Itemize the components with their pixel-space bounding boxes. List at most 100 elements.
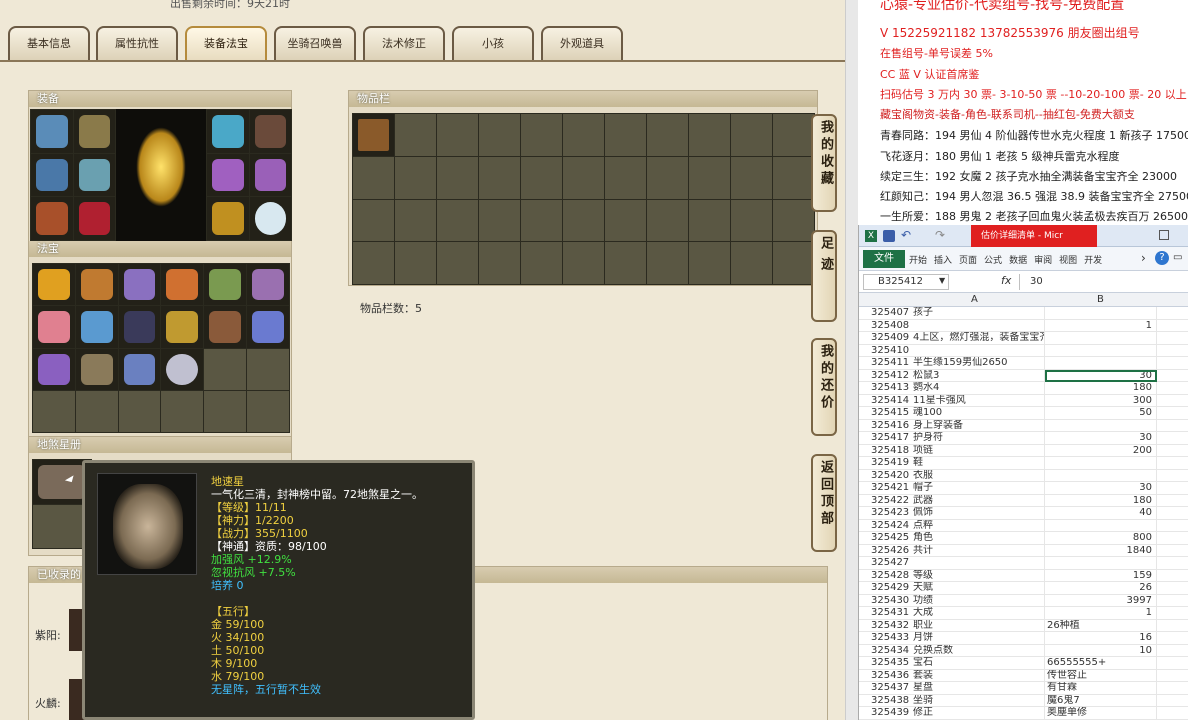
file-tab[interactable]: 文件	[863, 250, 905, 268]
fabao-slot[interactable]	[75, 264, 118, 306]
row-number[interactable]: 325422	[859, 495, 911, 508]
fabao-slot[interactable]	[118, 264, 161, 306]
ribbon-tab[interactable]: 开始	[909, 256, 927, 266]
row-number[interactable]: 325436	[859, 670, 911, 683]
cell-b[interactable]	[1045, 469, 1157, 482]
cell-b[interactable]: 30	[1045, 369, 1157, 382]
cell-a[interactable]: 兑换点数	[911, 644, 1045, 657]
fabao-slot[interactable]	[75, 348, 118, 390]
tab-appearance[interactable]: 外观道具	[541, 26, 623, 60]
my-favorites-button[interactable]: 我的收藏	[811, 114, 837, 212]
cell-a[interactable]: 等级	[911, 569, 1045, 582]
bag-item[interactable]	[353, 114, 394, 156]
cell-b[interactable]: 26种植	[1045, 619, 1157, 632]
formula-input[interactable]: 30	[1019, 274, 1188, 290]
row-number[interactable]: 325437	[859, 682, 911, 695]
row-number[interactable]: 325414	[859, 395, 911, 408]
save-icon[interactable]	[883, 230, 895, 242]
cell-a[interactable]: 武器	[911, 494, 1045, 507]
row-number[interactable]: 325423	[859, 507, 911, 520]
row-number[interactable]: 325421	[859, 482, 911, 495]
cell-b[interactable]: 180	[1045, 382, 1157, 395]
row-number[interactable]: 325433	[859, 632, 911, 645]
cell-b[interactable]: 1	[1045, 607, 1157, 620]
cell-a[interactable]: 项链	[911, 444, 1045, 457]
ribbon-tab[interactable]: 插入	[934, 256, 952, 266]
fabao-slot[interactable]	[247, 264, 289, 306]
equip-slot[interactable]	[249, 197, 291, 240]
tab-attributes[interactable]: 属性抗性	[96, 26, 178, 60]
help-icon[interactable]: ?	[1155, 251, 1169, 265]
cell-b[interactable]: 3997	[1045, 594, 1157, 607]
cell-b[interactable]: 魔6鬼7	[1045, 694, 1157, 707]
row-number[interactable]: 325413	[859, 382, 911, 395]
fabao-slot[interactable]	[161, 306, 204, 348]
cell-a[interactable]: 4上区，燃灯强混，装备宝宝齐全	[911, 332, 1045, 345]
fabao-slot[interactable]	[33, 306, 75, 348]
taskbar-window-button[interactable]: 估价详细清单 - Micr	[971, 225, 1097, 247]
row-number[interactable]: 325435	[859, 657, 911, 670]
ribbon-tab[interactable]: 审阅	[1034, 256, 1052, 266]
cell-a[interactable]: 孩子	[911, 307, 1045, 320]
tab-spell-mods[interactable]: 法术修正	[363, 26, 445, 60]
cell-a[interactable]: 宝石	[911, 657, 1045, 670]
cell-b[interactable]	[1045, 557, 1157, 570]
fabao-slot[interactable]	[118, 306, 161, 348]
row-number[interactable]: 325412	[859, 370, 911, 383]
cell-a[interactable]: 11星卡强风	[911, 394, 1045, 407]
equip-slot[interactable]	[73, 197, 115, 240]
row-number[interactable]: 325439	[859, 707, 911, 720]
cell-b[interactable]: 300	[1045, 394, 1157, 407]
cell-b[interactable]	[1045, 344, 1157, 357]
equip-slot[interactable]	[73, 153, 115, 197]
row-number[interactable]: 325432	[859, 620, 911, 633]
cell-a[interactable]: 大成	[911, 607, 1045, 620]
equip-slot[interactable]	[73, 110, 115, 153]
fabao-slot[interactable]	[33, 348, 75, 390]
my-counteroffer-button[interactable]: 我的还价	[811, 338, 837, 436]
cell-b[interactable]: 16	[1045, 632, 1157, 645]
cell-a[interactable]: 帽子	[911, 482, 1045, 495]
cell-b[interactable]: 200	[1045, 444, 1157, 457]
cell-b[interactable]: 奥塵单修	[1045, 707, 1157, 720]
equip-slot[interactable]	[207, 153, 249, 197]
cell-a[interactable]: 点粹	[911, 519, 1045, 532]
cell-a[interactable]: 鹦水4	[911, 382, 1045, 395]
cell-b[interactable]: 30	[1045, 482, 1157, 495]
row-number[interactable]: 325430	[859, 595, 911, 608]
row-number[interactable]: 325424	[859, 520, 911, 533]
ribbon-expand-icon[interactable]: ›	[1141, 251, 1146, 265]
cell-a[interactable]	[911, 344, 1045, 357]
cell-a[interactable]: 半生缘159男仙2650	[911, 357, 1045, 370]
row-number[interactable]: 325418	[859, 445, 911, 458]
cell-b[interactable]: 传世容止	[1045, 669, 1157, 682]
minimize-ribbon-icon[interactable]: ▭	[1173, 252, 1182, 263]
cell-a[interactable]: 功绩	[911, 594, 1045, 607]
cell-b[interactable]: 有甘霖	[1045, 682, 1157, 695]
cell-b[interactable]	[1045, 457, 1157, 470]
cell-b[interactable]: 30	[1045, 432, 1157, 445]
cell-a[interactable]: 共计	[911, 544, 1045, 557]
fabao-slot[interactable]	[161, 348, 204, 390]
cell-b[interactable]	[1045, 307, 1157, 320]
row-number[interactable]: 325417	[859, 432, 911, 445]
row-number[interactable]: 325428	[859, 570, 911, 583]
cell-a[interactable]: 角色	[911, 532, 1045, 545]
row-number[interactable]: 325420	[859, 470, 911, 483]
cell-b[interactable]: 1	[1045, 319, 1157, 332]
row-number[interactable]: 325438	[859, 695, 911, 708]
page-scrollbar[interactable]	[845, 0, 858, 720]
equip-slot[interactable]	[207, 110, 249, 153]
cell-b[interactable]: 66555555+	[1045, 657, 1157, 670]
cell-a[interactable]: 身上穿装备	[911, 419, 1045, 432]
cell-b[interactable]: 40	[1045, 507, 1157, 520]
row-number[interactable]: 325408	[859, 320, 911, 333]
row-number[interactable]: 325415	[859, 407, 911, 420]
fabao-slot[interactable]	[204, 306, 247, 348]
column-b-header[interactable]: B	[1097, 294, 1104, 305]
footprints-button[interactable]: 足迹	[811, 230, 837, 322]
cell-b[interactable]	[1045, 519, 1157, 532]
row-number[interactable]: 325431	[859, 607, 911, 620]
row-number[interactable]: 325407	[859, 307, 911, 320]
name-box[interactable]: B325412	[863, 274, 949, 290]
